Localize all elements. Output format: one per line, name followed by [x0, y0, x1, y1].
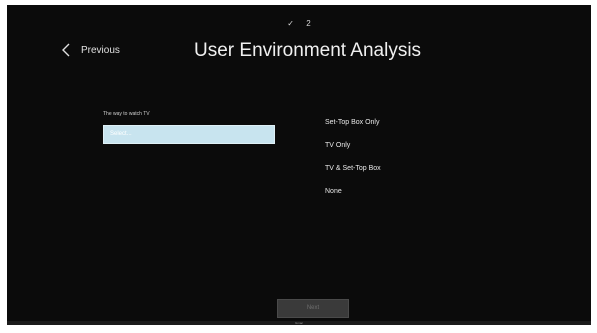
next-button[interactable]: Next: [277, 299, 349, 318]
select-value: Select...: [110, 131, 132, 137]
option-none[interactable]: None: [325, 188, 381, 211]
option-tv-only[interactable]: TV Only: [325, 142, 381, 165]
option-tv-and-set-top-box[interactable]: TV & Set-Top Box: [325, 165, 381, 188]
step-done-checkmark: ✓: [287, 19, 294, 28]
watch-tv-select[interactable]: Select...: [103, 125, 275, 144]
watch-tv-field-label: The way to watch TV: [103, 111, 150, 117]
step-indicator: ✓ 2: [7, 19, 591, 28]
option-set-top-box-only[interactable]: Set-Top Box Only: [325, 119, 381, 142]
bottom-caption: Gmac: [294, 321, 303, 325]
previous-label: Previous: [81, 44, 120, 56]
chevron-left-icon: [59, 41, 73, 59]
page-title: User Environment Analysis: [194, 40, 422, 61]
tv-setup-screen: ✓ 2 Previous User Environment Analysis T…: [7, 5, 591, 325]
watch-tv-options-list: Set-Top Box Only TV Only TV & Set-Top Bo…: [325, 119, 381, 211]
step-current-number: 2: [306, 19, 311, 28]
previous-button[interactable]: Previous: [59, 41, 120, 59]
